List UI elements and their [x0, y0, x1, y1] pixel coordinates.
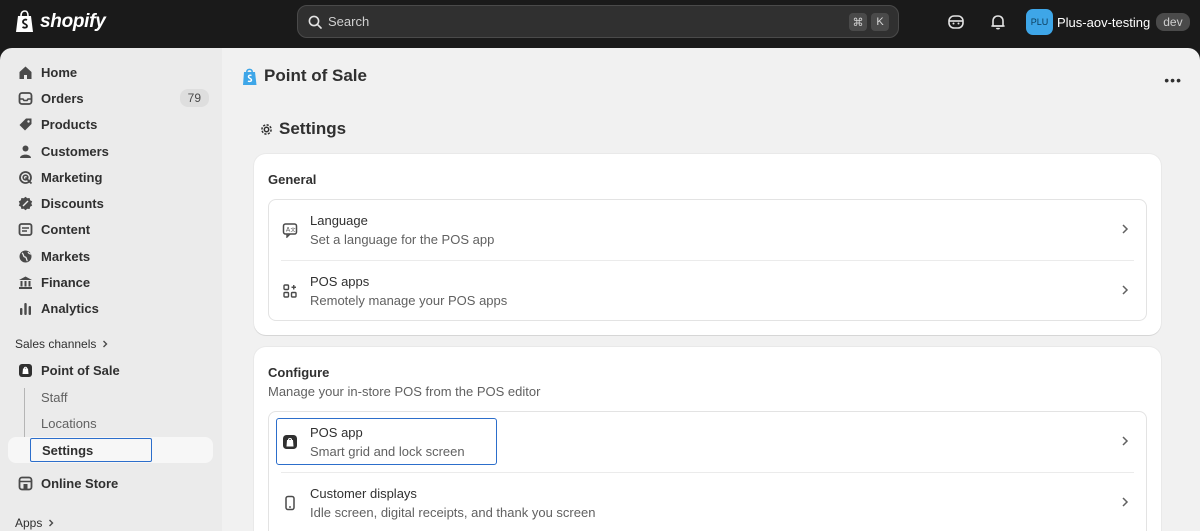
- search-bar[interactable]: ⌘ K: [297, 5, 899, 38]
- page-title: Point of Sale: [264, 66, 367, 85]
- search-input[interactable]: [328, 14, 828, 29]
- settings-title: Settings: [279, 119, 347, 138]
- shopify-bag-icon: [16, 10, 33, 32]
- sidebar-item-customers[interactable]: Customers: [8, 138, 213, 164]
- language-icon: A 文: [282, 223, 298, 238]
- sidebar-item-products[interactable]: Products: [8, 111, 213, 137]
- chevron-right-icon: [1122, 285, 1129, 295]
- sidebar-item-orders[interactable]: Orders 79: [8, 85, 213, 111]
- sidekick-icon[interactable]: [947, 13, 965, 31]
- bar-chart-icon: [19, 302, 31, 315]
- sidebar-subitem-locations[interactable]: Locations: [41, 416, 97, 431]
- tablet-icon: [285, 495, 295, 511]
- chevron-right-icon: [1122, 497, 1129, 507]
- sidebar-item-content[interactable]: Content: [8, 216, 213, 242]
- store-name: Plus-aov-testing: [1057, 14, 1151, 30]
- configure-list: POS app Smart grid and lock screen Custo…: [268, 411, 1147, 531]
- orders-icon: [18, 91, 32, 105]
- sidebar-item-discounts[interactable]: Discounts: [8, 190, 213, 216]
- pos-channel-icon: [18, 363, 32, 377]
- sidebar-item-label: Markets: [41, 248, 91, 264]
- tag-icon: [19, 118, 31, 130]
- apps-icon: [283, 284, 297, 298]
- main-content: Point of Sale ••• Settings General A 文 L…: [222, 48, 1200, 531]
- sidebar-item-label: Finance: [41, 274, 91, 290]
- row-subtitle: Idle screen, digital receipts, and thank…: [310, 505, 596, 520]
- apps-header[interactable]: Apps: [15, 516, 55, 530]
- sidebar: Home Orders 79 Products Customers Market…: [0, 48, 222, 531]
- sidebar-item-label: Point of Sale: [41, 362, 120, 378]
- pos-app-row[interactable]: POS app Smart grid and lock screen: [269, 412, 1146, 472]
- sidebar-item-label: Products: [41, 116, 98, 132]
- store-avatar: PLU: [1026, 9, 1053, 35]
- page-header: Point of Sale: [242, 66, 367, 86]
- pos-bag-icon: [243, 68, 257, 85]
- brand-name: shopify: [40, 11, 106, 32]
- sidebar-item-label: Home: [41, 64, 78, 80]
- pos-apps-row[interactable]: POS apps Remotely manage your POS apps: [269, 261, 1146, 321]
- dev-badge: dev: [1156, 13, 1190, 31]
- sidebar-item-label: Online Store: [41, 475, 119, 491]
- chevron-right-icon: [49, 519, 54, 527]
- sidebar-item-finance[interactable]: Finance: [8, 269, 213, 295]
- chevron-right-icon: [1122, 224, 1129, 234]
- sidebar-item-point-of-sale[interactable]: Point of Sale: [8, 357, 213, 383]
- orders-count-badge: 79: [179, 89, 209, 107]
- row-subtitle: Smart grid and lock screen: [310, 444, 465, 459]
- sidebar-item-marketing[interactable]: Marketing: [8, 164, 213, 190]
- sidebar-item-online-store[interactable]: Online Store: [8, 470, 213, 496]
- general-card-title: General: [268, 172, 317, 187]
- content-icon: [18, 222, 32, 236]
- discount-icon: [18, 196, 32, 210]
- shortcut-cmd-key: ⌘: [849, 13, 867, 31]
- sales-channels-header[interactable]: Sales channels: [15, 337, 109, 351]
- configure-card-title: Configure: [268, 365, 330, 380]
- sidebar-item-label: Analytics: [41, 300, 99, 316]
- sidebar-item-markets[interactable]: Markets: [8, 243, 213, 269]
- sidebar-item-label: Content: [41, 221, 91, 237]
- sidebar-subitem-settings[interactable]: Settings: [42, 443, 93, 458]
- sidebar-item-home[interactable]: Home: [8, 59, 213, 85]
- storefront-icon: [18, 476, 32, 490]
- home-icon: [19, 66, 31, 79]
- sidebar-item-label: Orders: [41, 90, 84, 106]
- more-actions-button[interactable]: •••: [1164, 72, 1182, 88]
- store-menu-button[interactable]: PLU Plus-aov-testing dev: [1026, 9, 1190, 35]
- pos-app-icon: [283, 435, 297, 449]
- globe-icon: [19, 250, 31, 262]
- chevron-right-icon: [1122, 436, 1129, 446]
- row-title: POS apps: [310, 274, 370, 289]
- language-row[interactable]: A 文 Language Set a language for the POS …: [269, 200, 1146, 260]
- settings-heading: Settings: [259, 119, 346, 139]
- bell-icon[interactable]: [989, 13, 1007, 31]
- bank-icon: [18, 276, 32, 289]
- search-icon: [308, 15, 322, 29]
- customer-displays-row[interactable]: Customer displays Idle screen, digital r…: [269, 473, 1146, 531]
- general-card: General A 文 Language Set a language for …: [254, 154, 1161, 335]
- sidebar-item-label: Discounts: [41, 195, 104, 211]
- person-icon: [19, 145, 31, 158]
- target-icon: [18, 170, 32, 184]
- sidebar-subitem-staff[interactable]: Staff: [41, 390, 68, 405]
- configure-card: Configure Manage your in-store POS from …: [254, 347, 1161, 531]
- row-subtitle: Remotely manage your POS apps: [310, 293, 508, 308]
- row-title: POS app: [310, 425, 363, 440]
- row-title: Language: [310, 213, 368, 228]
- sidebar-item-analytics[interactable]: Analytics: [8, 295, 213, 321]
- sidebar-item-label: Marketing: [41, 169, 103, 185]
- shopify-logo[interactable]: shopify: [14, 10, 106, 34]
- configure-card-description: Manage your in-store POS from the POS ed…: [268, 384, 541, 399]
- general-list: A 文 Language Set a language for the POS …: [268, 199, 1147, 321]
- apps-label: Apps: [15, 516, 43, 530]
- chevron-right-icon: [103, 340, 108, 348]
- row-subtitle: Set a language for the POS app: [310, 232, 495, 247]
- svg-text:文: 文: [291, 227, 296, 234]
- gear-icon: [261, 123, 272, 135]
- sidebar-item-label: Customers: [41, 143, 109, 159]
- top-bar: shopify ⌘ K PLU Plus-aov-testing dev: [0, 0, 1200, 48]
- shortcut-k-key: K: [871, 13, 889, 31]
- row-title: Customer displays: [310, 486, 417, 501]
- sales-channels-label: Sales channels: [15, 337, 97, 351]
